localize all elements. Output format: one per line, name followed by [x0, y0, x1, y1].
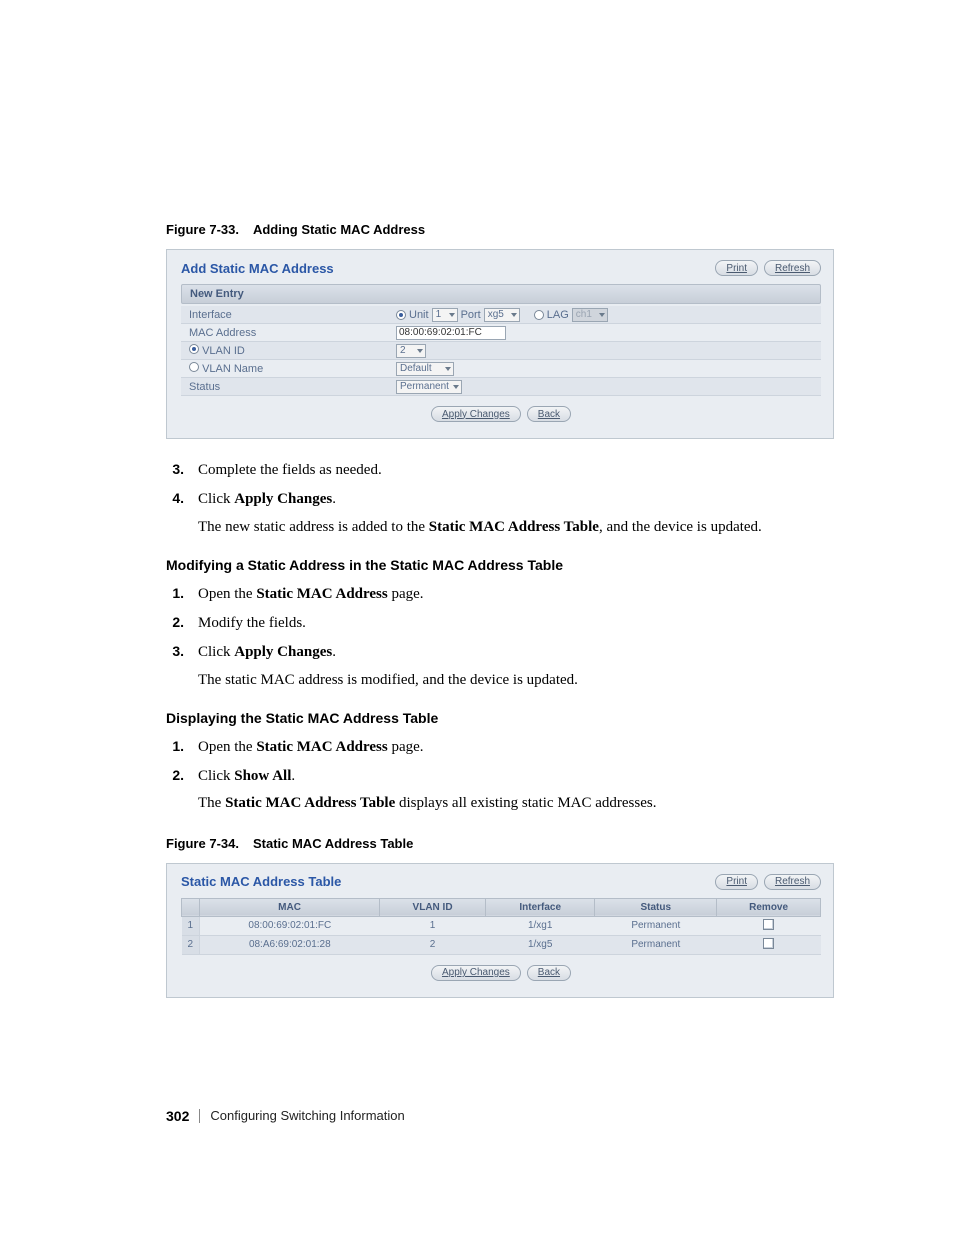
print-button[interactable]: Print — [715, 874, 758, 890]
port-label: Port — [461, 309, 481, 321]
vlanname-row: VLAN Name Default — [181, 360, 821, 378]
section-modifying-head: Modifying a Static Address in the Static… — [166, 557, 834, 573]
apply-changes-button[interactable]: Apply Changes — [431, 406, 521, 422]
lag-radio[interactable] — [534, 310, 544, 320]
steps-displaying: 1. Open the Static MAC Address page. 2. … — [166, 736, 834, 816]
vlanname-label: VLAN Name — [181, 362, 396, 375]
figure-title: Static MAC Address Table — [253, 836, 413, 851]
document-page: Figure 7-33. Adding Static MAC Address Ad… — [0, 0, 954, 1204]
port-select[interactable]: xg5 — [484, 308, 520, 322]
page-number: 302 — [166, 1108, 189, 1124]
mac-table: MAC VLAN ID Interface Status Remove 1 08… — [181, 898, 821, 955]
remove-checkbox[interactable] — [763, 919, 774, 930]
vlanname-radio[interactable] — [189, 362, 199, 372]
col-idx — [182, 898, 200, 916]
new-entry-header: New Entry — [181, 284, 821, 304]
form-rows: Interface Unit 1 Port xg5 LAG ch1 MAC Ad… — [181, 306, 821, 396]
status-select[interactable]: Permanent — [396, 380, 462, 394]
figure-caption-2: Figure 7-34. Static MAC Address Table — [166, 836, 834, 851]
col-remove: Remove — [717, 898, 821, 916]
status-label: Status — [181, 381, 396, 393]
figure-caption-1: Figure 7-33. Adding Static MAC Address — [166, 222, 834, 237]
panel-title: Add Static MAC Address — [181, 261, 334, 276]
figure-title: Adding Static MAC Address — [253, 222, 425, 237]
table-header-row: MAC VLAN ID Interface Status Remove — [182, 898, 821, 916]
status-row: Status Permanent — [181, 378, 821, 396]
static-mac-table-panel: Static MAC Address Table Print Refresh M… — [166, 863, 834, 998]
step-4: 4. Click Apply Changes. The new static a… — [166, 488, 834, 539]
vlanid-select[interactable]: 2 — [396, 344, 426, 358]
page-footer: 302 Configuring Switching Information — [166, 1108, 834, 1124]
step-b1: 1. Open the Static MAC Address page. — [166, 583, 834, 606]
mac-row: MAC Address — [181, 324, 821, 342]
col-status: Status — [595, 898, 717, 916]
col-vlan: VLAN ID — [380, 898, 486, 916]
add-static-mac-panel: Add Static MAC Address Print Refresh New… — [166, 249, 834, 439]
vlanid-row: VLAN ID 2 — [181, 342, 821, 360]
mac-label: MAC Address — [181, 327, 396, 339]
steps-modifying: 1. Open the Static MAC Address page. 2. … — [166, 583, 834, 692]
unit-select[interactable]: 1 — [432, 308, 458, 322]
table-row: 2 08:A6:69:02:01:28 2 1/xg5 Permanent — [182, 935, 821, 954]
col-iface: Interface — [486, 898, 595, 916]
mac-input[interactable] — [396, 326, 506, 340]
step-3: 3. Complete the fields as needed. — [166, 459, 834, 482]
col-mac: MAC — [200, 898, 380, 916]
table-row: 1 08:00:69:02:01:FC 1 1/xg1 Permanent — [182, 916, 821, 935]
step-c2: 2. Click Show All. The Static MAC Addres… — [166, 765, 834, 816]
refresh-button[interactable]: Refresh — [764, 260, 821, 276]
step-c1: 1. Open the Static MAC Address page. — [166, 736, 834, 759]
interface-label: Interface — [181, 309, 396, 321]
vlanid-label: VLAN ID — [181, 344, 396, 357]
print-button[interactable]: Print — [715, 260, 758, 276]
figure-number: Figure 7-33. — [166, 222, 239, 237]
back-button[interactable]: Back — [527, 406, 571, 422]
interface-row: Interface Unit 1 Port xg5 LAG ch1 — [181, 306, 821, 324]
steps-after-fig1: 3. Complete the fields as needed. 4. Cli… — [166, 459, 834, 539]
remove-checkbox[interactable] — [763, 938, 774, 949]
unit-label: Unit — [409, 309, 429, 321]
vlanname-select[interactable]: Default — [396, 362, 454, 376]
refresh-button[interactable]: Refresh — [764, 874, 821, 890]
lag-select: ch1 — [572, 308, 608, 322]
unit-radio[interactable] — [396, 310, 406, 320]
vlanid-radio[interactable] — [189, 344, 199, 354]
step-b2: 2. Modify the fields. — [166, 612, 834, 635]
lag-label: LAG — [547, 309, 569, 321]
section-displaying-head: Displaying the Static MAC Address Table — [166, 710, 834, 726]
chapter-title: Configuring Switching Information — [210, 1108, 404, 1123]
step-b3: 3. Click Apply Changes. The static MAC a… — [166, 641, 834, 692]
footer-divider — [199, 1109, 200, 1123]
figure-number: Figure 7-34. — [166, 836, 239, 851]
apply-changes-button[interactable]: Apply Changes — [431, 965, 521, 981]
panel-title-2: Static MAC Address Table — [181, 874, 341, 889]
back-button[interactable]: Back — [527, 965, 571, 981]
